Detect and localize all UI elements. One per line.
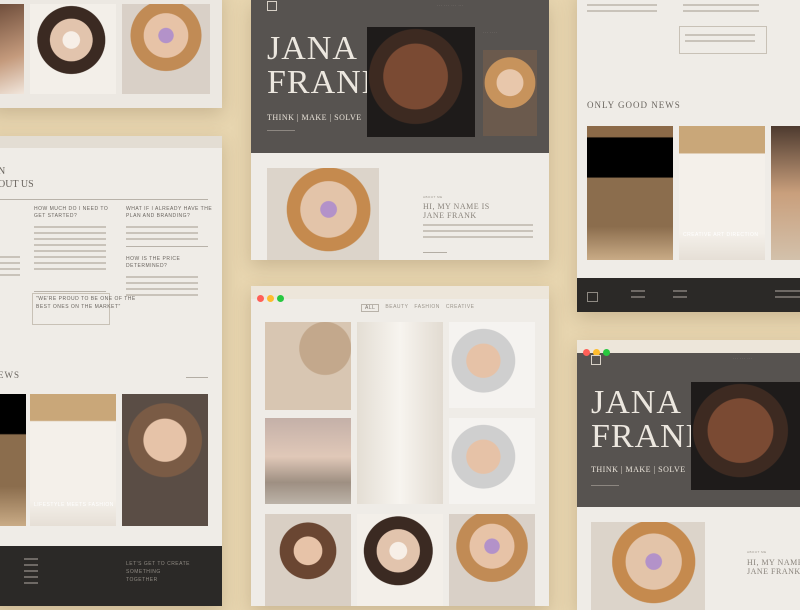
about-photo — [591, 522, 705, 610]
read-more-link[interactable] — [423, 252, 447, 253]
faq-answer-2 — [126, 226, 198, 244]
news-title: EWS — [0, 370, 20, 380]
news-page-card: ONLY GOOD NEWS CREATIVE ART DIRECTION — [577, 0, 800, 312]
faq-question-1[interactable]: HOW MUCH DO I NEED TOGET STARTED? — [34, 206, 108, 220]
divider — [34, 291, 106, 292]
hero-photo — [691, 382, 800, 490]
intro-paragraph — [423, 224, 533, 242]
gallery-photo-blazer[interactable] — [357, 322, 443, 504]
logo-icon — [591, 355, 601, 365]
portrait-photo — [122, 4, 210, 94]
divider — [126, 246, 208, 247]
hero-name-first: JANA — [267, 32, 358, 66]
gallery-photo-portrait[interactable] — [357, 514, 443, 606]
intro-eyebrow: ABOUT ME — [423, 195, 443, 199]
footer-links[interactable] — [24, 558, 38, 588]
gallery-photo-portrait[interactable] — [449, 514, 535, 606]
hero-link[interactable] — [591, 485, 619, 486]
news-photo[interactable] — [122, 394, 208, 526]
hero-photo — [367, 27, 475, 137]
hero-name-first: JANA — [591, 386, 682, 420]
gallery-photo-portrait[interactable] — [449, 322, 535, 408]
footer-cta[interactable]: LET'S GET TO CREATE SOMETHINGTOGETHER — [126, 560, 222, 584]
footer-links[interactable] — [673, 290, 687, 302]
faq-page-card: NOUT US HOW MUCH DO I NEED TOGET STARTED… — [0, 136, 222, 606]
faq-answer — [587, 4, 657, 16]
tab-all[interactable]: ALL — [361, 304, 379, 312]
intro-heading: HI, MY NAME ISJANE FRANK — [747, 558, 800, 576]
testimonial-quote — [685, 34, 755, 46]
portfolio-gallery-card-top — [0, 0, 222, 108]
footer-cta[interactable] — [775, 290, 800, 302]
news-title: ONLY GOOD NEWS — [587, 100, 681, 110]
about-title: NOUT US — [0, 166, 34, 191]
tab-fashion[interactable]: FASHION — [414, 304, 439, 312]
faq-answer-1 — [34, 226, 106, 274]
news-caption: CREATIVE ART DIRECTION — [683, 232, 758, 238]
home-hero-card: ··· ··· ··· ··· JANA FRANK THINK | MAKE … — [251, 0, 549, 260]
home-hero-card-second: ··· ··· ··· JANA FRANK THINK | MAKE | SO… — [577, 340, 800, 610]
hero-tagline: THINK | MAKE | SOLVE — [267, 113, 362, 122]
faq-question-3[interactable]: HOW IS THE PRICEDETERMINED? — [126, 256, 180, 270]
minimize-dot-icon[interactable] — [267, 295, 274, 302]
footer-logo-icon — [587, 292, 598, 302]
faq-left-column — [0, 256, 20, 280]
intro-eyebrow: ABOUT ME — [747, 550, 767, 554]
testimonial-quote: "WE'RE PROUD TO BE ONE OF THEBEST ONES O… — [36, 296, 136, 311]
portrait-photo — [0, 4, 24, 94]
tab-creative[interactable]: CREATIVE — [446, 304, 475, 312]
top-nav[interactable]: ··· ··· ··· — [733, 356, 753, 361]
gallery-photo-portrait[interactable] — [449, 418, 535, 504]
tab-beauty[interactable]: BEAUTY — [385, 304, 408, 312]
gallery-photo-cup[interactable] — [265, 322, 351, 410]
news-photo[interactable] — [771, 126, 800, 260]
divider — [0, 199, 208, 200]
footer-links[interactable] — [631, 290, 645, 302]
view-all-link[interactable] — [186, 377, 208, 378]
top-nav[interactable]: ··· ··· ··· ··· — [437, 3, 464, 8]
gallery-filter-tabs: ALL BEAUTY FASHION CREATIVE — [361, 304, 475, 312]
gallery-photo-eiffel[interactable] — [265, 418, 351, 504]
news-photo[interactable] — [0, 394, 26, 526]
close-dot-icon[interactable] — [583, 349, 590, 356]
news-photo[interactable] — [587, 126, 673, 260]
about-photo — [267, 168, 379, 260]
logo-icon — [267, 1, 277, 11]
portrait-photo — [30, 4, 116, 94]
gallery-photo-portrait[interactable] — [265, 514, 351, 606]
profile-photo — [483, 50, 537, 136]
zoom-dot-icon[interactable] — [277, 295, 284, 302]
gallery-page-card: ALL BEAUTY FASHION CREATIVE — [251, 286, 549, 606]
faq-answer-3 — [126, 276, 198, 300]
faq-question-2[interactable]: WHAT IF I ALREADY HAVE THEPLAN AND BRAND… — [126, 206, 212, 220]
news-photo[interactable] — [679, 126, 765, 260]
zoom-dot-icon[interactable] — [603, 349, 610, 356]
sidebar-label: ··· ···· — [483, 30, 497, 35]
window-controls — [257, 289, 287, 307]
intro-heading: HI, MY NAME ISJANE FRANK — [423, 202, 490, 220]
hero-tagline: THINK | MAKE | SOLVE — [591, 465, 686, 474]
close-dot-icon[interactable] — [257, 295, 264, 302]
news-caption: LIFESTYLE MEETS FASHION — [34, 502, 114, 508]
faq-answer — [683, 4, 759, 16]
hero-link[interactable] — [267, 130, 295, 131]
